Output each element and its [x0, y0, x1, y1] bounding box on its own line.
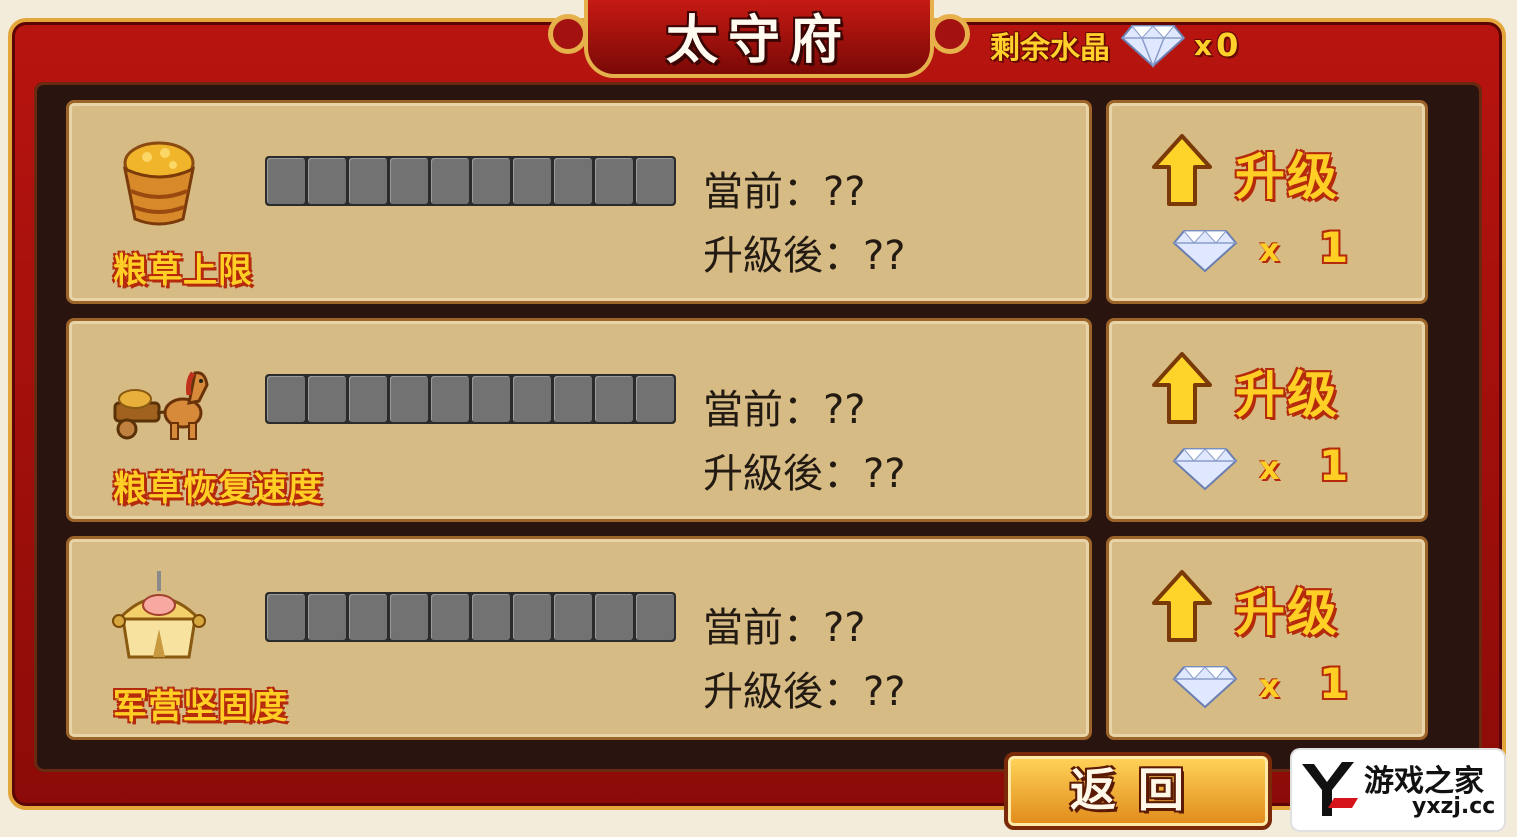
level-segment [349, 376, 387, 422]
level-segment [636, 376, 674, 422]
item-name: 粮草恢复速度 [113, 469, 323, 509]
level-progress-bar [265, 592, 676, 642]
army-tent-icon [112, 571, 206, 659]
crystal-count: 0 [1216, 26, 1239, 64]
level-segment [472, 594, 510, 640]
crystal-icon [1172, 230, 1238, 273]
right-scroll-ornament [930, 14, 970, 54]
level-segment [390, 376, 428, 422]
level-segment [431, 376, 469, 422]
level-segment [595, 594, 633, 640]
watermark-logo: 游戏之家 yxzj.cc [1292, 750, 1504, 830]
cost-times: x [1259, 231, 1280, 269]
level-segment [554, 376, 592, 422]
grain-basket-icon [122, 141, 196, 226]
item-name: 粮草上限 [113, 251, 253, 291]
level-segment [349, 594, 387, 640]
upgrade-cost: 1 [1319, 659, 1349, 708]
level-segment [554, 158, 592, 204]
level-segment [513, 376, 551, 422]
level-segment [513, 594, 551, 640]
back-label: 返回 [1070, 763, 1206, 817]
left-scroll-ornament [548, 14, 588, 54]
upgrade-cost: 1 [1319, 441, 1349, 490]
upgrade-label: 升级 [1235, 366, 1339, 424]
up-arrow-icon [1152, 570, 1212, 642]
level-segment [636, 158, 674, 204]
level-progress-bar [265, 156, 676, 206]
title-plate: 太守府 [548, 0, 970, 86]
level-segment [472, 376, 510, 422]
level-segment [308, 376, 346, 422]
level-segment [636, 594, 674, 640]
level-segment [472, 158, 510, 204]
crystal-balance: 剩余水晶 x 0 [990, 20, 1238, 70]
upgrade-button-grain-recovery[interactable]: 升级 x 1 [1106, 318, 1428, 522]
item-name: 军营坚固度 [113, 687, 288, 727]
page-title: 太守府 [665, 10, 852, 71]
up-arrow-icon [1152, 352, 1212, 424]
current-value: 當前：?? [703, 605, 866, 651]
upgrade-row-camp-durability: 军营坚固度 當前：?? 升級後：?? [66, 536, 1092, 740]
upgrade-button-grain-limit[interactable]: 升级 x 1 [1106, 100, 1428, 304]
level-segment [267, 158, 305, 204]
logo-domain: yxzj.cc [1412, 794, 1496, 819]
current-value: 當前：?? [703, 387, 866, 433]
upgrade-row-grain-recovery: 粮草恢复速度 當前：?? 升級後：?? [66, 318, 1092, 522]
level-segment [308, 594, 346, 640]
level-segment [431, 594, 469, 640]
level-segment [554, 594, 592, 640]
level-segment [267, 376, 305, 422]
upgrade-row-grain-limit: 粮草上限 當前：?? 升級後：?? [66, 100, 1092, 304]
up-arrow-icon [1152, 134, 1212, 206]
yx-logo-icon [1302, 762, 1358, 816]
level-segment [390, 158, 428, 204]
crystal-label: 剩余水晶 [990, 31, 1110, 66]
level-segment [349, 158, 387, 204]
after-upgrade-value: 升級後：?? [703, 451, 906, 497]
back-button[interactable]: 返回 [1004, 752, 1272, 830]
cost-times: x [1259, 667, 1280, 705]
after-upgrade-value: 升級後：?? [703, 669, 906, 715]
level-segment [513, 158, 551, 204]
crystal-times: x [1194, 28, 1213, 62]
upgrade-label: 升级 [1235, 584, 1339, 642]
after-upgrade-value: 升級後：?? [703, 233, 906, 279]
upgrade-label: 升级 [1235, 148, 1339, 206]
current-value: 當前：?? [703, 169, 866, 215]
crystal-icon [1120, 25, 1186, 68]
horse-cart-icon [113, 371, 209, 440]
level-segment [431, 158, 469, 204]
level-segment [267, 594, 305, 640]
crystal-icon [1172, 666, 1238, 709]
crystal-icon [1172, 448, 1238, 491]
level-progress-bar [265, 374, 676, 424]
level-segment [595, 376, 633, 422]
cost-times: x [1259, 449, 1280, 487]
upgrade-button-camp-durability[interactable]: 升级 x 1 [1106, 536, 1428, 740]
level-segment [390, 594, 428, 640]
level-segment [595, 158, 633, 204]
upgrade-cost: 1 [1319, 223, 1349, 272]
level-segment [308, 158, 346, 204]
